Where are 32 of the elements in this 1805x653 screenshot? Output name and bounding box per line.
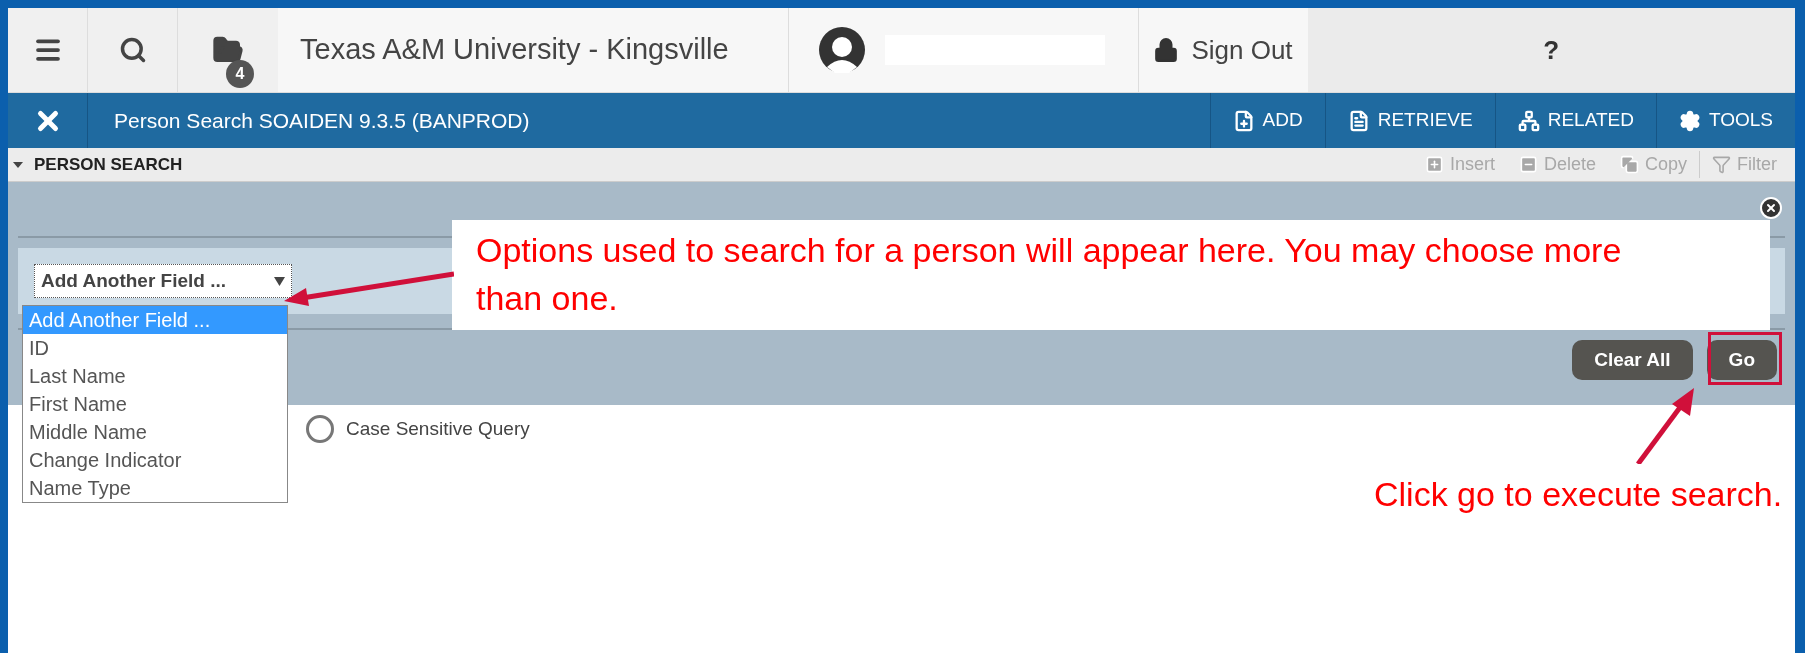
dropdown-option[interactable]: Last Name xyxy=(23,362,287,390)
dropdown-option[interactable]: ID xyxy=(23,334,287,362)
gear-icon xyxy=(1678,109,1701,132)
minus-square-icon xyxy=(1518,155,1538,174)
dropdown-option[interactable]: First Name xyxy=(23,390,287,418)
sign-out-button[interactable]: Sign Out xyxy=(1137,8,1308,92)
folder-button[interactable]: 4 xyxy=(178,8,278,92)
help-button[interactable]: ? xyxy=(1307,8,1795,92)
action-button[interactable]: Go xyxy=(1706,340,1777,380)
search-icon xyxy=(118,36,147,64)
dropdown-option[interactable]: Change Indicator xyxy=(23,446,287,474)
dropdown-option[interactable]: Name Type xyxy=(23,474,287,502)
annotation-callout: Options used to search for a person will appear here. You may choose more than one. xyxy=(452,220,1770,330)
user-avatar-icon xyxy=(818,27,865,73)
filter-icon xyxy=(1712,155,1731,174)
copy-icon xyxy=(1619,155,1639,174)
field-select[interactable]: Add Another Field ... xyxy=(34,264,292,298)
search-button[interactable] xyxy=(88,8,178,92)
page-title: Person Search SOAIDEN 9.3.5 (BANPROD) xyxy=(114,107,530,134)
plus-square-icon xyxy=(1424,155,1444,174)
institution-title: Texas A&M University - Kingsville xyxy=(300,32,729,68)
action-button[interactable]: Clear All xyxy=(1572,340,1693,380)
menu-button[interactable] xyxy=(8,8,88,92)
caret-down-icon xyxy=(274,276,285,286)
close-icon[interactable] xyxy=(1759,196,1783,220)
hierarchy-icon xyxy=(1517,109,1540,132)
lock-icon xyxy=(1153,37,1180,63)
radio-label: Case Sensitive Query xyxy=(346,417,530,441)
dropdown-option[interactable]: Middle Name xyxy=(23,418,287,446)
radio-button[interactable] xyxy=(306,415,334,444)
count-badge: 4 xyxy=(226,60,254,88)
section-title: PERSON SEARCH xyxy=(34,153,183,176)
